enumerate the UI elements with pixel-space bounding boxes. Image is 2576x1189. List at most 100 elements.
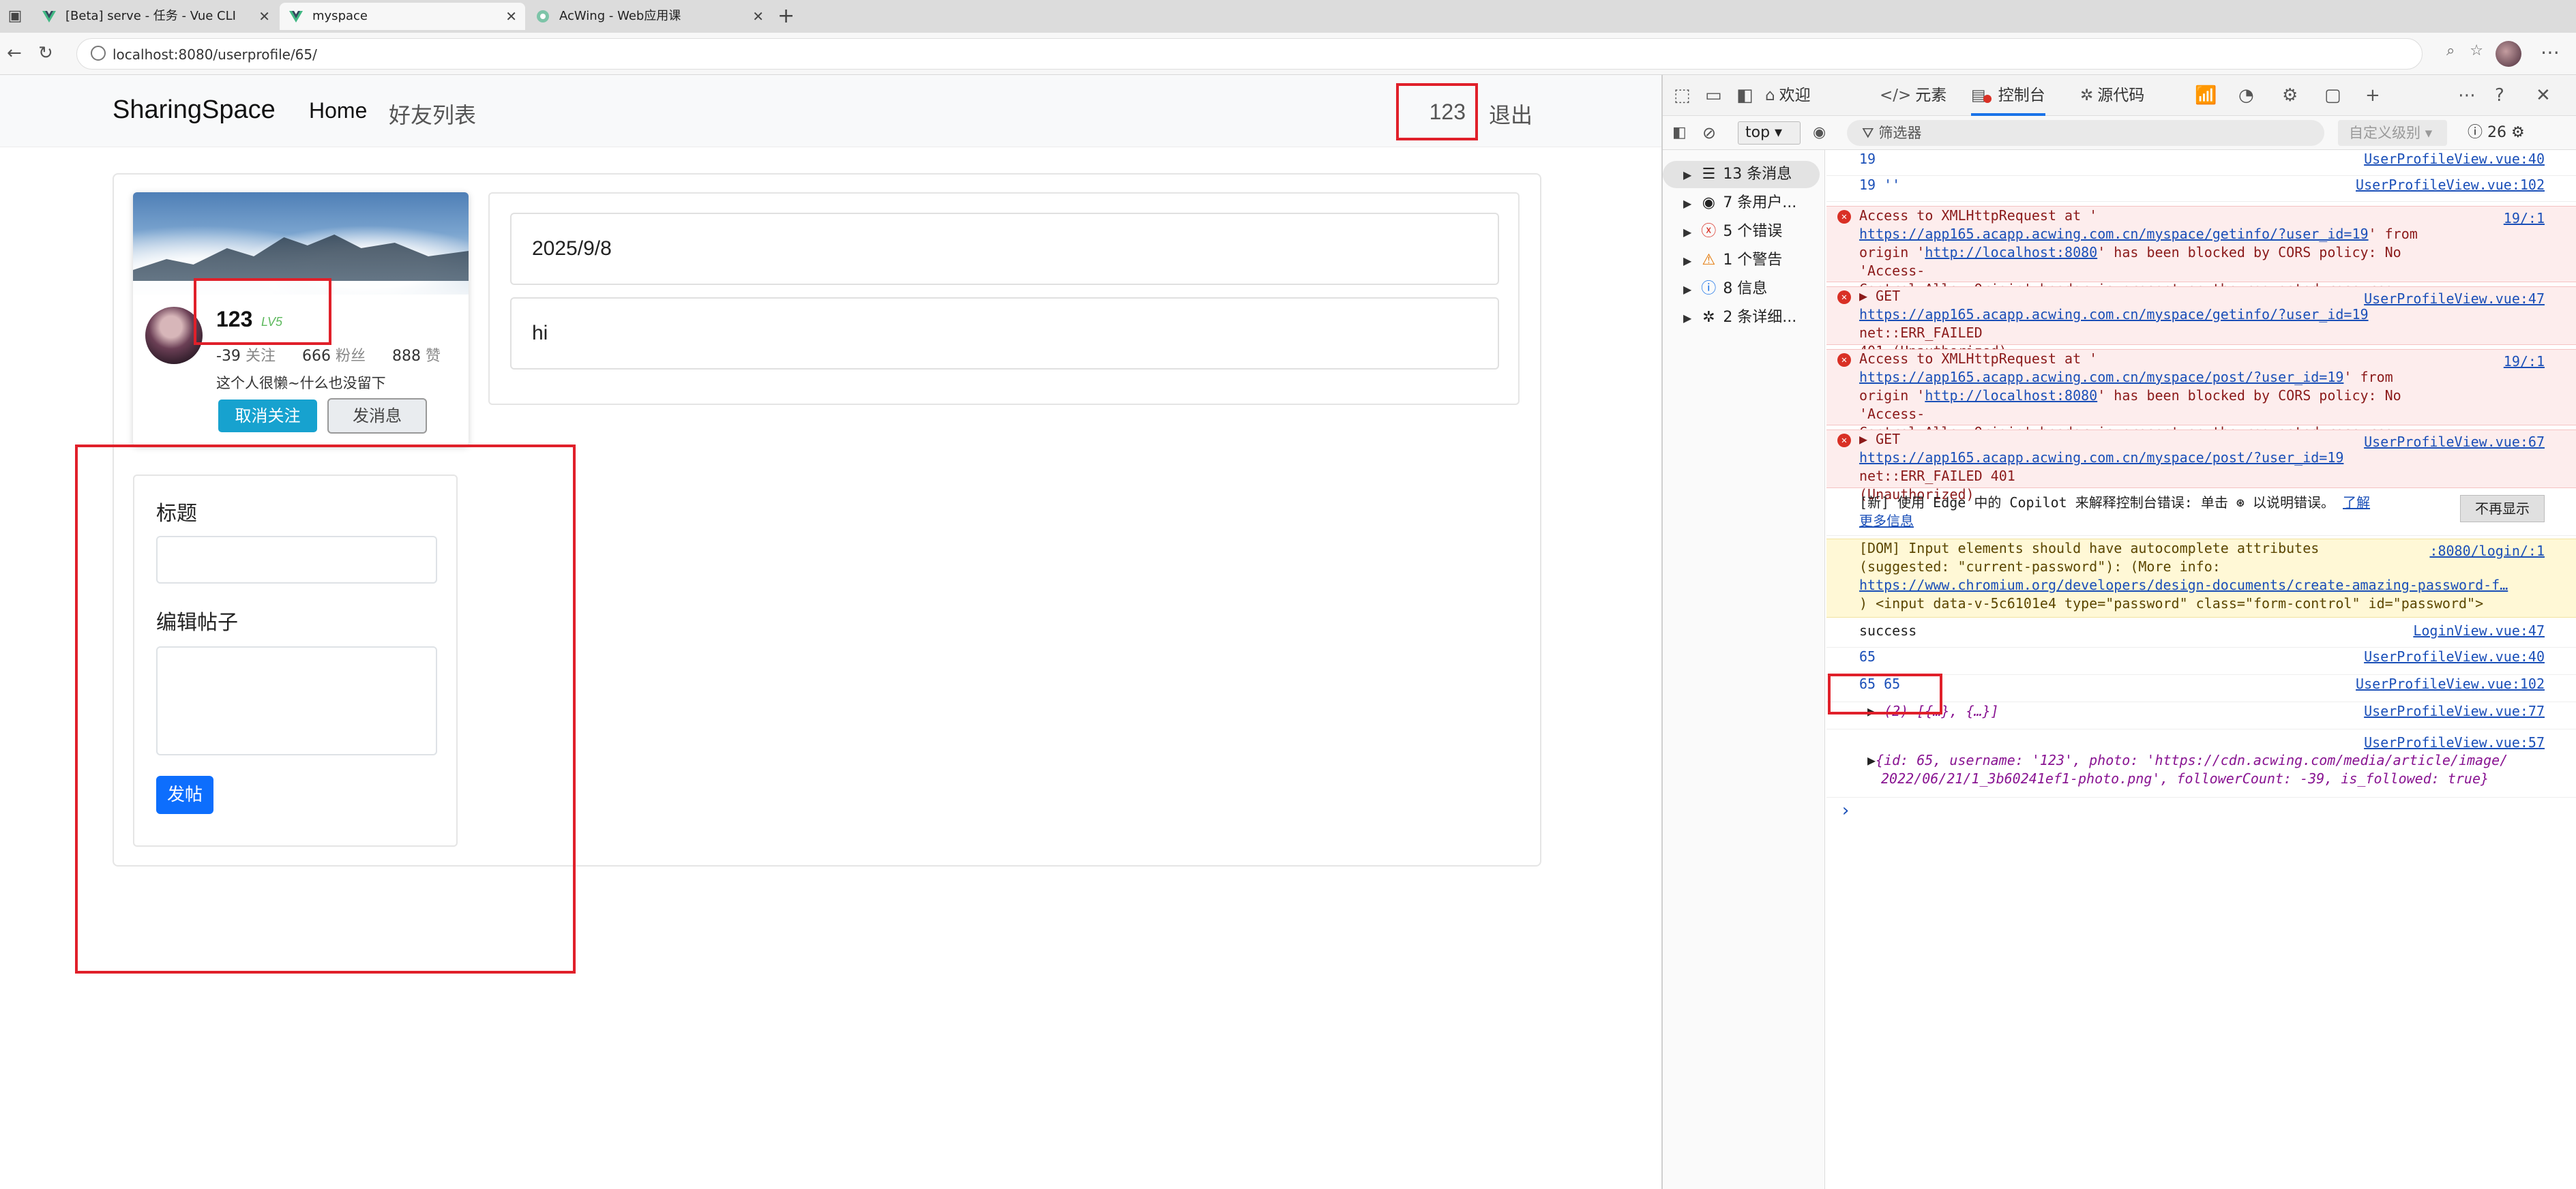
source-link[interactable]: UserProfileView.vue:47 <box>2364 290 2545 308</box>
request-url-link[interactable]: https://app165.acapp.acwing.com.cn/myspa… <box>1859 449 2343 466</box>
back-icon[interactable]: ← <box>7 41 22 65</box>
info-icon: ⓘ <box>1701 280 1717 297</box>
log-levels-select[interactable]: 自定义级别 ▾ <box>2338 120 2447 146</box>
nav-friends-link[interactable]: 好友列表 <box>389 98 476 130</box>
devtools-tab-sources[interactable]: ✲ 源代码 <box>2080 75 2144 116</box>
sidebar-errors[interactable]: ▶ ⓧ 5 个错误 <box>1663 218 1824 245</box>
user-icon: ◉ <box>1702 194 1715 211</box>
tab-actions-icon[interactable]: ▣ <box>5 7 25 26</box>
send-message-button[interactable]: 发消息 <box>327 398 427 434</box>
console-output: 19 UserProfileView.vue:40 19 '' UserProf… <box>1826 150 2576 1189</box>
devtools-tab-console[interactable]: ▤ 控制台 <box>1971 75 2045 116</box>
error-icon: ✕ <box>1837 434 1851 447</box>
source-link[interactable]: UserProfileView.vue:77 <box>2364 702 2545 721</box>
brand-link[interactable]: SharingSpace <box>113 95 276 125</box>
nav-logout-link[interactable]: 退出 <box>1489 98 1533 130</box>
dont-show-again-button[interactable]: 不再显示 <box>2460 495 2545 522</box>
device-emulation-icon[interactable]: ▭ <box>1705 75 1722 116</box>
posts-list: 2025/9/8 hi <box>488 192 1520 405</box>
likes-label: 赞 <box>425 348 441 365</box>
error-icon: ✕ <box>1837 210 1851 224</box>
source-link[interactable]: :8080/login/:1 <box>2429 542 2545 560</box>
devtools-tab-welcome[interactable]: ⌂ 欢迎 <box>1765 75 1811 116</box>
chromium-docs-link[interactable]: https://www.chromium.org/developers/desi… <box>1859 577 2508 593</box>
browser-tab-myspace[interactable]: myspace ✕ <box>280 3 525 30</box>
browser-tab-acwing[interactable]: AcWing - Web应用课 ✕ <box>527 3 772 30</box>
expand-arrow-icon[interactable]: ▶ <box>1867 752 1876 768</box>
close-devtools-icon[interactable]: ✕ <box>2536 75 2551 116</box>
sidebar-toggle-icon[interactable]: ◧ <box>1736 75 1753 116</box>
request-url-link[interactable]: https://app165.acapp.acwing.com.cn/myspa… <box>1859 226 2369 242</box>
vue-logo-icon <box>289 11 303 22</box>
console-sidebar-icon[interactable]: ◧ <box>1672 116 1687 150</box>
tab-title: myspace <box>312 9 368 23</box>
request-url-link[interactable]: https://app165.acapp.acwing.com.cn/myspa… <box>1859 369 2343 385</box>
fans-count: 666 <box>301 348 331 365</box>
new-tab-icon[interactable]: + <box>778 3 795 30</box>
source-link[interactable]: LoginView.vue:47 <box>2413 622 2545 640</box>
source-link[interactable]: 19/:1 <box>2504 209 2545 228</box>
home-icon: ⌂ <box>1765 87 1775 104</box>
application-icon[interactable]: ▢ <box>2324 75 2341 116</box>
request-url-link[interactable]: https://app165.acapp.acwing.com.cn/myspa… <box>1859 306 2369 322</box>
annotation-box-profile-username <box>194 278 331 345</box>
sidebar-user-messages[interactable]: ▶ ◉ 7 条用户... <box>1663 190 1824 217</box>
settings-gear-icon[interactable]: ⚙ <box>2282 75 2298 116</box>
sidebar-warnings[interactable]: ▶ ⚠ 1 个警告 <box>1663 247 1824 274</box>
source-link[interactable]: UserProfileView.vue:102 <box>2356 675 2545 693</box>
address-bar: ← ↻ localhost:8080/userprofile/65/ ⌕☆⋯ ⋯ <box>0 33 2576 75</box>
close-tab-icon[interactable]: ✕ <box>505 3 517 30</box>
console-log-row: 19 UserProfileView.vue:40 <box>1826 150 2576 176</box>
console-filter-input[interactable]: ⛛ 筛选器 <box>1847 120 2324 146</box>
sidebar-info[interactable]: ▶ ⓘ 8 信息 <box>1663 275 1824 303</box>
source-link[interactable]: UserProfileView.vue:40 <box>2364 150 2545 168</box>
unfollow-button[interactable]: 取消关注 <box>218 400 317 432</box>
object-preview[interactable]: {id: 65, username: '123', photo: 'https:… <box>1876 752 2508 768</box>
source-link[interactable]: UserProfileView.vue:67 <box>2364 433 2545 451</box>
follow-label: 关注 <box>245 348 276 365</box>
annotation-box-post-editor <box>75 445 576 974</box>
context-select[interactable]: top ▾ <box>1738 121 1801 145</box>
bug-icon: ✲ <box>2080 87 2094 104</box>
live-expression-eye-icon[interactable]: ◉ <box>1813 116 1826 150</box>
help-icon[interactable]: ? <box>2495 75 2504 116</box>
profile-avatar-icon[interactable] <box>2496 41 2521 67</box>
source-link[interactable]: 19/:1 <box>2504 352 2545 371</box>
expand-arrow-icon[interactable]: ▶ <box>1859 431 1867 447</box>
more-tools-icon[interactable]: + <box>2365 75 2380 116</box>
console-error-row: ✕ ▶ GET https://app165.acapp.acwing.com.… <box>1826 286 2576 359</box>
url-input[interactable]: localhost:8080/userprofile/65/ <box>76 38 2423 70</box>
annotation-box-navbar-username <box>1396 83 1478 140</box>
learn-more-link[interactable]: 了解 <box>2343 494 2370 511</box>
console-prompt[interactable]: › <box>1826 802 2576 829</box>
source-link[interactable]: UserProfileView.vue:40 <box>2364 648 2545 666</box>
close-tab-icon[interactable]: ✕ <box>258 3 270 30</box>
warning-icon: ⚠ <box>1702 252 1716 269</box>
clear-console-icon[interactable]: ⊘ <box>1702 116 1716 150</box>
browser-tab-vue-cli[interactable]: [Beta] serve - 任务 - Vue CLI ✕ <box>33 3 278 30</box>
performance-icon[interactable]: ◔ <box>2238 75 2254 116</box>
source-link[interactable]: UserProfileView.vue:102 <box>2356 176 2545 194</box>
origin-link[interactable]: http://localhost:8080 <box>1925 387 2097 404</box>
network-icon[interactable]: 📶 <box>2195 75 2217 116</box>
browser-menu-icon[interactable]: ⋯ <box>2541 41 2560 63</box>
issues-counter[interactable]: ⓘ 26 ⚙ <box>2468 116 2525 150</box>
devtools-tab-elements[interactable]: </> 元素 <box>1880 75 1946 116</box>
site-info-icon[interactable] <box>91 46 106 61</box>
origin-link[interactable]: http://localhost:8080 <box>1925 244 2097 260</box>
sidebar-verbose[interactable]: ▶ ✲ 2 条详细... <box>1663 304 1824 331</box>
inspect-icon[interactable]: ⬚ <box>1674 75 1691 116</box>
reload-icon[interactable]: ↻ <box>38 41 53 65</box>
error-dot-icon <box>1983 95 1992 103</box>
expand-arrow-icon[interactable]: ▶ <box>1859 288 1867 304</box>
follow-count: -39 <box>216 348 241 365</box>
source-link[interactable]: UserProfileView.vue:57 <box>2364 734 2545 752</box>
more-options-icon[interactable]: ⋯ <box>2458 75 2476 116</box>
browser-tab-bar: ▣ [Beta] serve - 任务 - Vue CLI ✕ myspace … <box>0 0 2576 33</box>
console-sidebar: ▶ ☰ 13 条消息 ▶ ◉ 7 条用户... ▶ ⓧ 5 个错误 ▶ ⚠ 1 个警告 ▶ ⓘ 8 … <box>1663 150 1825 1189</box>
nav-home-link[interactable]: Home <box>309 98 367 123</box>
learn-more-link[interactable]: 更多信息 <box>1859 513 1914 529</box>
close-tab-icon[interactable]: ✕ <box>752 3 764 30</box>
console-error-row: ✕ Access to XMLHttpRequest at ' https://… <box>1826 206 2576 297</box>
sidebar-messages[interactable]: ▶ ☰ 13 条消息 <box>1663 161 1820 188</box>
